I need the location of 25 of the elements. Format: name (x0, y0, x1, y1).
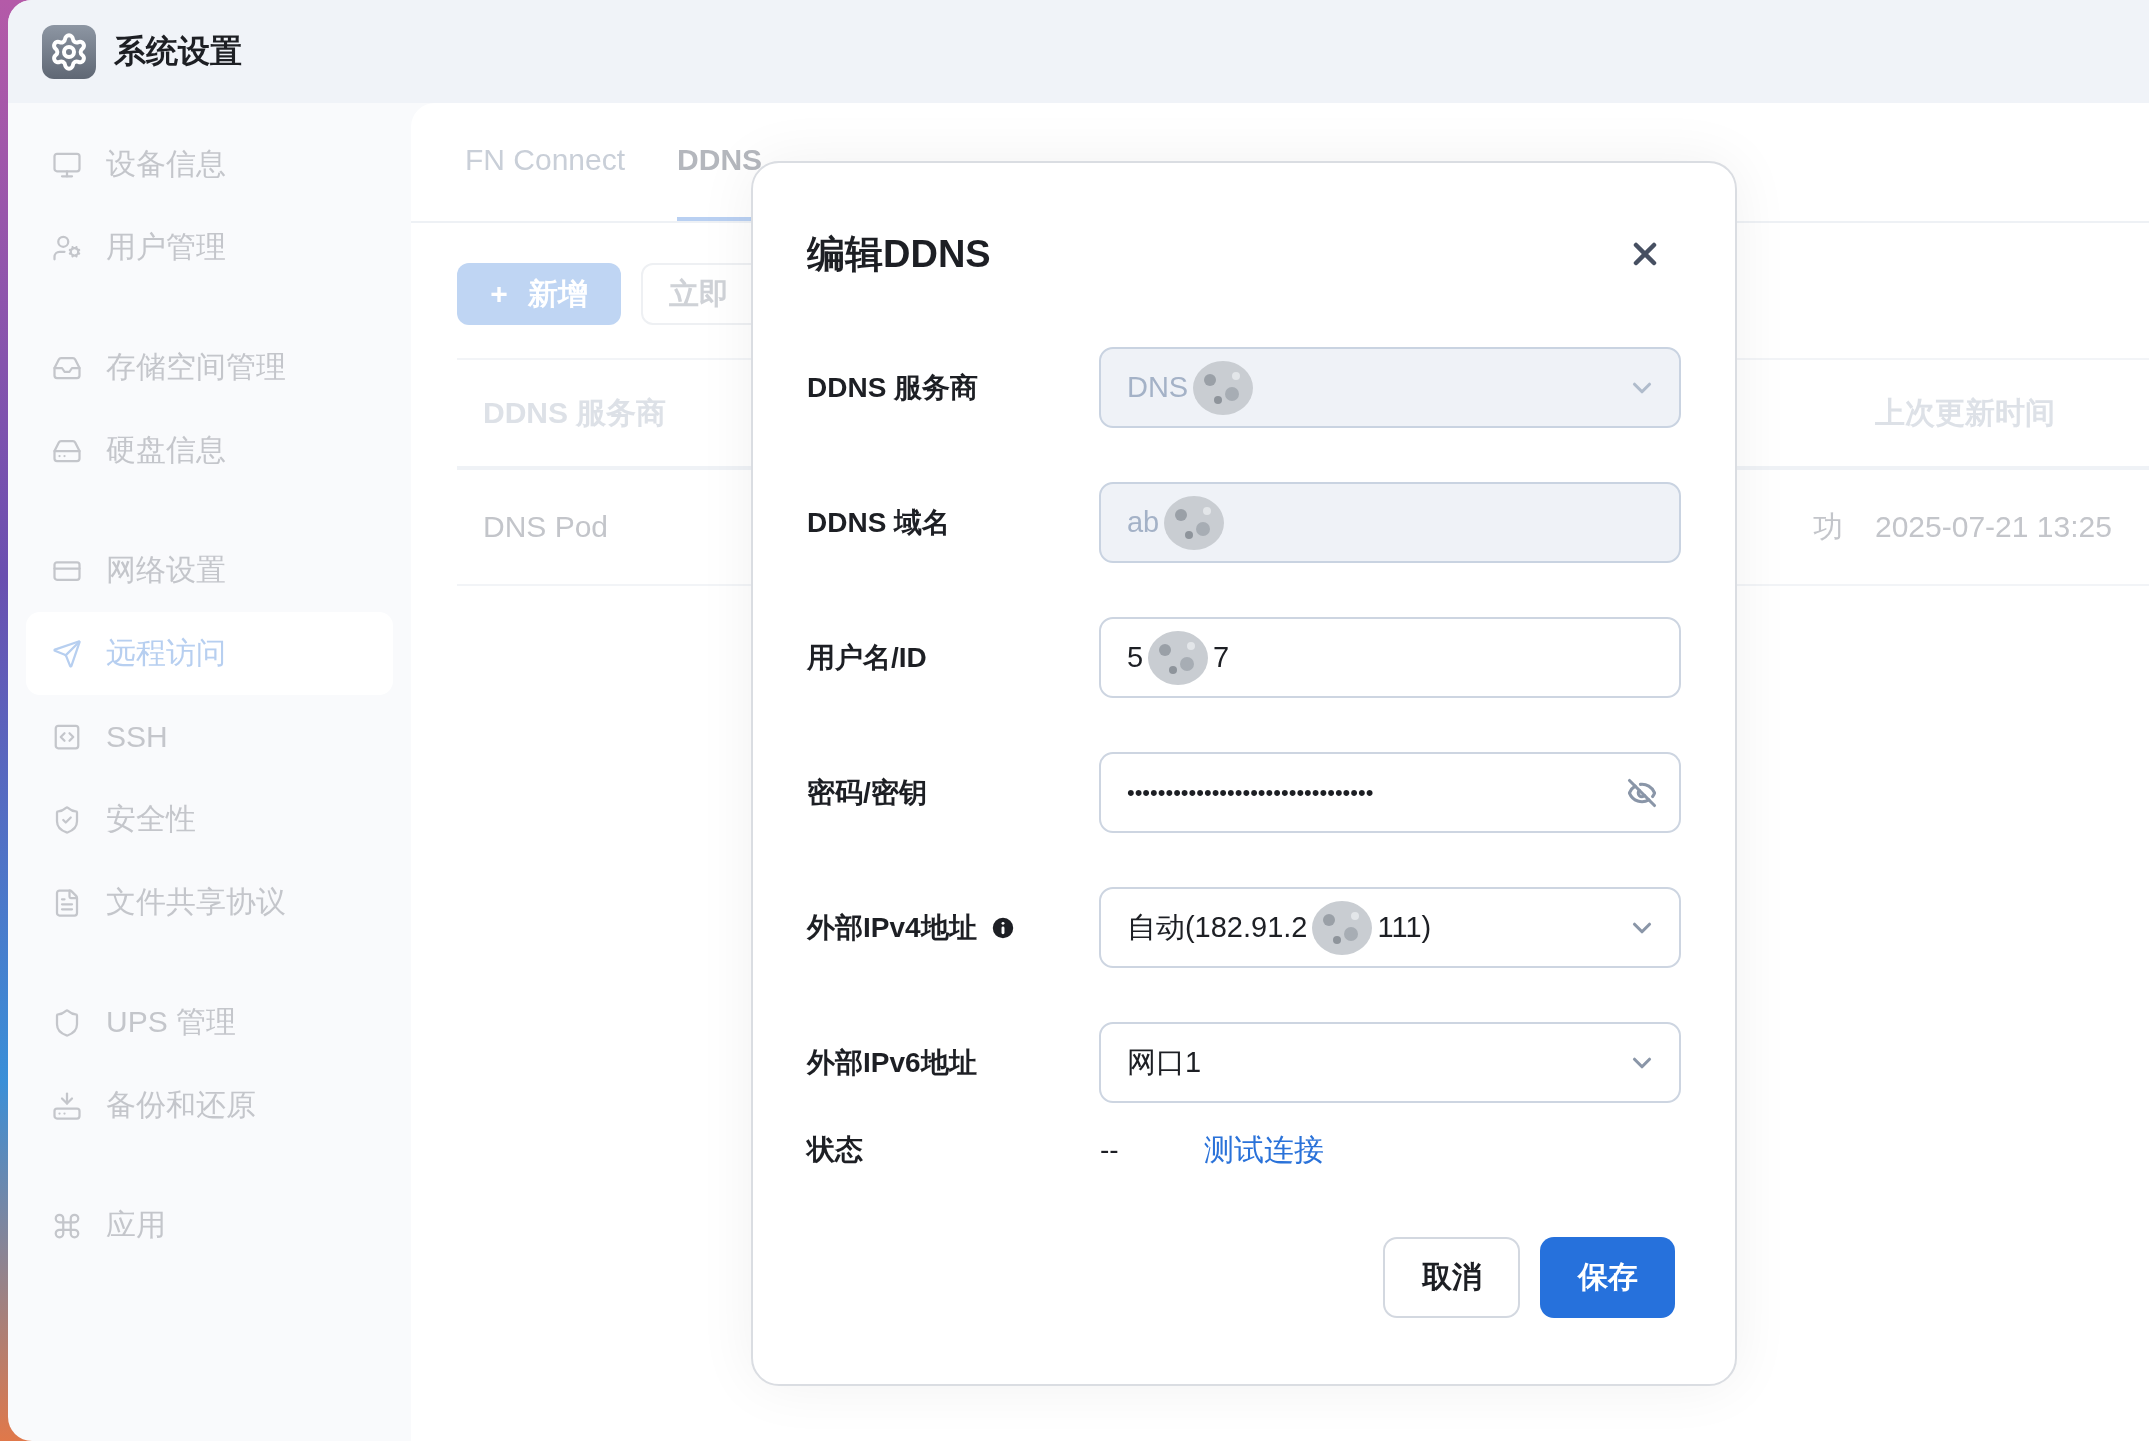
select-field[interactable]: 自动(182.91.2 111) (1098, 887, 1681, 968)
field-label: 用户名/ID (807, 640, 927, 675)
gear-icon (42, 24, 96, 79)
field-label: DDNS 服务商 (807, 370, 979, 405)
add-button[interactable]: + 新增 (457, 263, 621, 325)
drive-download-icon (52, 1090, 82, 1121)
field-label: 外部IPv4地址 (807, 910, 977, 945)
test-connection-link[interactable]: 测试连接 (1204, 1129, 1324, 1171)
window-title: 系统设置 (114, 31, 242, 71)
field-label: DDNS 域名 (807, 505, 951, 540)
save-button[interactable]: 保存 (1540, 1237, 1675, 1318)
send-icon (52, 638, 82, 669)
input-field[interactable]: 5 7 (1098, 617, 1681, 698)
table-cell-text: 2025-07-21 13:25 (1874, 510, 2113, 544)
cancel-button[interactable]: 取消 (1383, 1237, 1520, 1318)
sidebar-item[interactable]: 远程访问 (26, 612, 393, 695)
select-field[interactable]: 网口1 (1098, 1022, 1681, 1103)
field-label: 密码/密钥 (807, 775, 927, 810)
password-field[interactable]: •••••••••••••••••••••••••••••••• (1098, 752, 1681, 833)
table-cell-text: 功 (1813, 508, 1844, 545)
field-label: 状态 (807, 1133, 863, 1167)
field-label: 外部IPv6地址 (807, 1045, 977, 1080)
table-cell-text: DNS Pod (482, 510, 610, 544)
status-value: -- (1100, 1134, 1120, 1166)
eye-off-icon[interactable] (1627, 777, 1657, 808)
